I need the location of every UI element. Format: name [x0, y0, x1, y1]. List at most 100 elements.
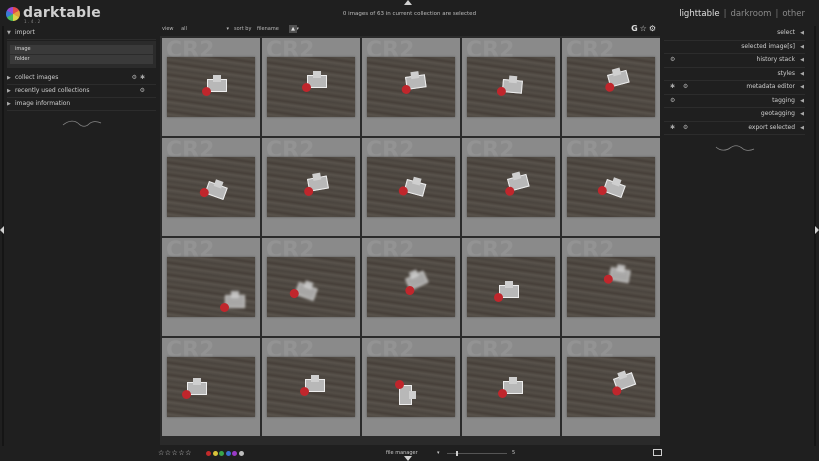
view-darkroom[interactable]: darkroom	[730, 9, 771, 19]
thumbnail[interactable]: CR2	[162, 38, 260, 136]
right-module-header[interactable]: ⚙ tagging ◀	[664, 95, 805, 108]
module-preset-icon[interactable]: ⚙	[670, 54, 678, 67]
collapse-left-panel-icon[interactable]	[0, 226, 4, 234]
module-preset-icon[interactable]: ⚙	[670, 95, 678, 108]
thumbnail[interactable]: CR2	[162, 138, 260, 236]
right-module-header[interactable]: styles ◀	[664, 68, 805, 81]
color-label-filter	[206, 451, 245, 458]
sort-label: sort by	[234, 26, 252, 32]
color-label-dot[interactable]	[225, 451, 231, 456]
thumbnail[interactable]: CR2	[362, 38, 460, 136]
collapse-bottom-panel-icon[interactable]	[404, 456, 412, 461]
star-rating-filter[interactable]: ☆☆☆☆☆	[158, 449, 192, 457]
collapsed-triangle-icon: ◀	[800, 124, 804, 131]
sort-value: filename	[257, 26, 279, 32]
thumbnail[interactable]: CR2	[262, 238, 360, 336]
color-label-dot[interactable]	[238, 451, 244, 456]
module-preset-icons[interactable]: ⚙✱	[132, 72, 148, 84]
gear-icon[interactable]: ⚙	[649, 24, 658, 33]
layout-selector[interactable]: file manager	[386, 450, 418, 456]
module-preset-icon[interactable]: ✱ ⚙	[670, 122, 691, 135]
import-module-header[interactable]: ▼ import	[7, 27, 156, 40]
collapse-top-panel-icon[interactable]	[404, 0, 412, 5]
thumbnail[interactable]: CR2	[262, 338, 360, 436]
right-module-title: tagging	[772, 96, 795, 104]
right-module-title: export selected	[748, 123, 795, 131]
import-folder-button[interactable]: folder	[10, 55, 153, 64]
import-image-button[interactable]: image	[10, 45, 153, 54]
sort-direction-button[interactable]: ▲	[289, 25, 297, 33]
collect-images-title: collect images	[15, 74, 59, 81]
thumbnail[interactable]: CR2	[262, 38, 360, 136]
thumbnail[interactable]: CR2	[562, 138, 660, 236]
view-other[interactable]: other	[782, 9, 805, 19]
color-label-dot[interactable]	[206, 451, 211, 456]
panel-end-ornament-icon	[62, 120, 101, 127]
view-separator: |	[775, 9, 779, 19]
view-filter[interactable]: view all ▾	[162, 26, 229, 32]
thumbnail-grid[interactable]: CR2 CR2 CR2 CR2 CR2 CR2 CR2 CR2 CR2 CR2 CR2 CR2 CR2 C…	[160, 36, 660, 445]
g-icon[interactable]: G	[631, 24, 640, 33]
thumbnail[interactable]: CR2	[162, 238, 260, 336]
right-panel-border	[814, 26, 816, 446]
thumbnail-image	[467, 57, 555, 117]
thumbnail[interactable]: CR2	[462, 338, 560, 436]
color-label-dot[interactable]	[219, 451, 224, 456]
collapsed-triangle-icon: ▶	[7, 101, 11, 107]
thumbnail-image	[467, 157, 555, 217]
thumbnail[interactable]: CR2	[162, 338, 260, 436]
right-module-title: metadata editor	[746, 83, 795, 90]
collect-images-module-header[interactable]: ▶ collect images ⚙✱	[7, 72, 156, 85]
panel-end-ornament-icon	[715, 145, 754, 151]
zoom-value[interactable]: 5	[512, 450, 515, 456]
view-lighttable[interactable]: lighttable	[679, 9, 719, 19]
collapse-right-panel-icon[interactable]	[815, 226, 819, 234]
right-module-header[interactable]: select ◀	[664, 27, 805, 41]
right-module-title: history stack	[756, 56, 795, 63]
collapsed-triangle-icon: ◀	[800, 43, 804, 50]
thumbnail-image	[167, 357, 255, 417]
thumbnail-image	[167, 57, 255, 117]
thumbnail[interactable]: CR2	[462, 38, 560, 136]
module-reset-icon[interactable]: ⚙	[140, 85, 148, 97]
dropdown-arrow-icon: ▾	[226, 26, 230, 32]
thumbnail-image	[267, 357, 355, 417]
thumbnail[interactable]: CR2	[562, 238, 660, 336]
right-module-title: geotagging	[760, 110, 795, 117]
right-module-header[interactable]: geotagging ◀	[664, 108, 805, 122]
thumbnail[interactable]: CR2	[362, 138, 460, 236]
display-profile-icon[interactable]	[653, 449, 662, 456]
right-module-header[interactable]: selected image[s] ◀	[664, 41, 805, 54]
collapsed-triangle-icon: ◀	[800, 30, 804, 36]
right-module-header[interactable]: ⚙ history stack ◀	[664, 54, 805, 68]
left-panel: ▼ import image folder ▶ collect images ⚙✱ …	[7, 27, 156, 129]
right-panel: select ◀ selected image[s] ◀ ⚙ history stack ◀…	[664, 27, 805, 153]
right-module-title: selected image[s]	[741, 42, 795, 50]
right-module-header[interactable]: ✱ ⚙ metadata editor ◀	[664, 81, 805, 95]
left-panel-border	[2, 26, 4, 446]
thumbnail-image	[267, 257, 355, 317]
color-label-dot[interactable]	[232, 451, 237, 456]
zoom-slider-handle[interactable]	[456, 451, 458, 456]
thumbnail-image	[167, 257, 255, 317]
thumbnail[interactable]: CR2	[462, 138, 560, 236]
thumbnail[interactable]: CR2	[362, 338, 460, 436]
right-module-header[interactable]: ✱ ⚙ export selected ◀	[664, 122, 805, 135]
recently-used-module-header[interactable]: ▶ recently used collections ⚙	[7, 85, 156, 98]
thumbnail-image	[267, 57, 355, 117]
image-information-module-header[interactable]: ▶ image information	[7, 98, 156, 111]
color-label-dot[interactable]	[212, 451, 218, 456]
thumbnail-image	[467, 257, 555, 317]
thumbnail[interactable]: CR2	[462, 238, 560, 336]
thumbnail[interactable]: CR2	[362, 238, 460, 336]
thumbnail[interactable]: CR2	[562, 338, 660, 436]
thumbnail[interactable]: CR2	[262, 138, 360, 236]
thumbnail[interactable]: CR2	[562, 38, 660, 136]
lighttable-toolbar: view all ▾ sort by filename ▾ ▲ G☆⚙	[162, 24, 658, 34]
import-module-body: image folder	[7, 41, 156, 68]
star-icon[interactable]: ☆	[640, 24, 649, 33]
toolbar-icons: G☆⚙	[631, 24, 658, 33]
dropdown-arrow-icon[interactable]: ▾	[437, 450, 440, 456]
module-preset-icon[interactable]: ✱ ⚙	[670, 81, 691, 94]
collapsed-triangle-icon: ◀	[800, 70, 804, 77]
